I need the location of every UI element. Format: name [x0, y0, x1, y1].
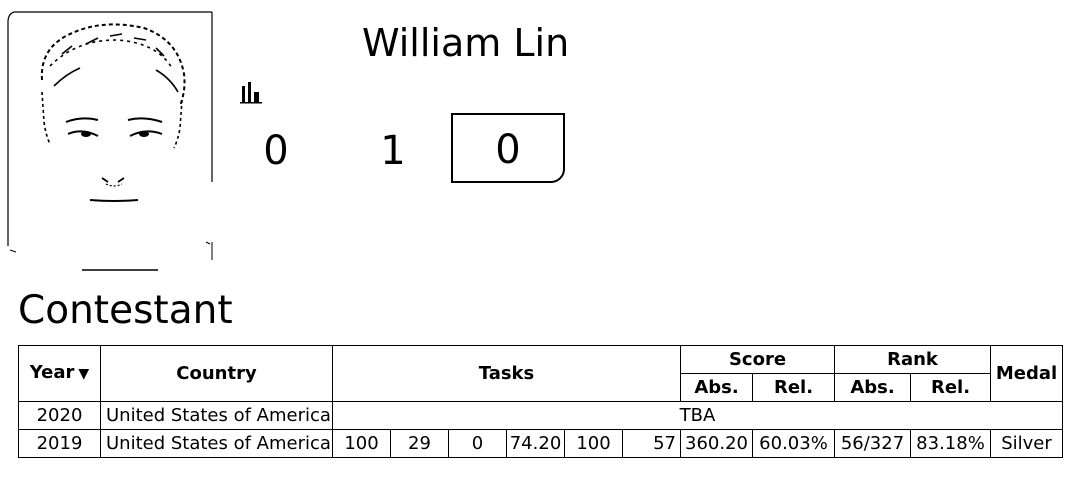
rank-abs-header: Abs.	[834, 373, 911, 402]
sort-down-icon[interactable]: ▼	[78, 366, 89, 382]
tasks-header: Tasks	[332, 345, 681, 402]
score-abs-header: Abs.	[680, 373, 753, 402]
contestant-photo-sketch	[7, 11, 213, 271]
medal-header: Medal	[990, 345, 1063, 402]
score-abs-cell: 360.20	[680, 429, 753, 458]
bar-chart-icon[interactable]	[240, 80, 264, 104]
year-header[interactable]: Year ▼	[18, 345, 101, 402]
task-score-cell: 74.20	[506, 429, 565, 458]
task-score-cell: 57	[622, 429, 681, 458]
task-score-cell: 100	[332, 429, 391, 458]
score-rel-header: Rel.	[752, 373, 835, 402]
table-header-row: Year ▼ Country Tasks Score Rank Medal	[18, 345, 1063, 402]
country-cell[interactable]: United States of America	[100, 401, 333, 430]
rank-rel-cell: 83.18%	[910, 429, 991, 458]
results-table: Year ▼ Country Tasks Score Rank Medal Abs…	[18, 345, 1063, 458]
table-row: 2020 United States of America TBA	[18, 401, 1063, 430]
bronze-medal-count: 0	[451, 113, 565, 183]
contestant-photo	[6, 10, 214, 272]
year-cell: 2019	[18, 429, 101, 458]
task-score-cell: 0	[448, 429, 507, 458]
country-header: Country	[100, 345, 333, 402]
task-score-cell: 100	[564, 429, 623, 458]
bar-chart-icon-glyph	[240, 82, 262, 104]
year-header-label: Year	[29, 362, 75, 383]
task-score-cell: 29	[390, 429, 449, 458]
score-rel-cell: 60.03%	[752, 429, 835, 458]
rank-rel-header: Rel.	[910, 373, 991, 402]
country-cell[interactable]: United States of America	[100, 429, 333, 458]
role-heading: Contestant	[18, 288, 233, 333]
score-header: Score	[680, 345, 835, 374]
rank-header: Rank	[834, 345, 991, 374]
contestant-name: William Lin	[362, 21, 570, 65]
gold-medal-count: 0	[263, 128, 289, 174]
medal-cell: Silver	[990, 429, 1063, 458]
table-row: 2019 United States of America 100 29 0 7…	[18, 429, 1063, 458]
rank-abs-cell: 56/327	[834, 429, 911, 458]
status-cell: TBA	[332, 401, 1063, 430]
silver-medal-count: 1	[380, 128, 406, 174]
year-cell: 2020	[18, 401, 101, 430]
